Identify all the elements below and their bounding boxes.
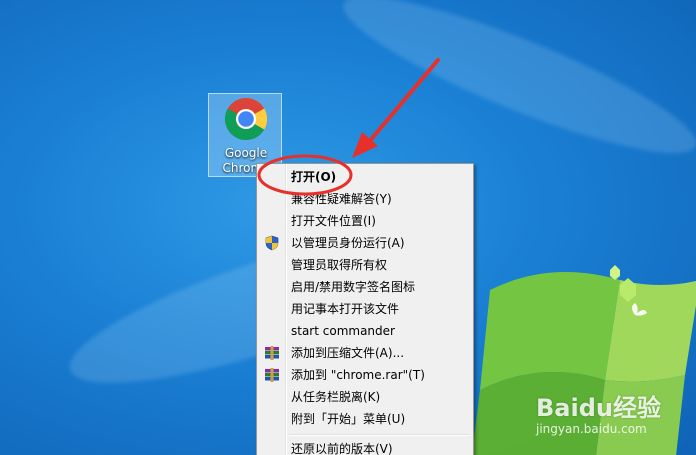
annotation-arrow-shaft [366,58,440,145]
annotation-overlay [257,58,440,196]
watermark-site: jingyan.baidu.com [536,422,647,436]
watermark-brand: Baidu经验 [536,394,661,422]
desktop-background: Google Chrome 打开(O) 兼容性疑难解答(Y) 打开文件位置(I)… [0,0,696,455]
baidu-jingyan-watermark: Baidu经验 jingyan.baidu.com [536,388,696,455]
annotation-circle [257,154,353,196]
